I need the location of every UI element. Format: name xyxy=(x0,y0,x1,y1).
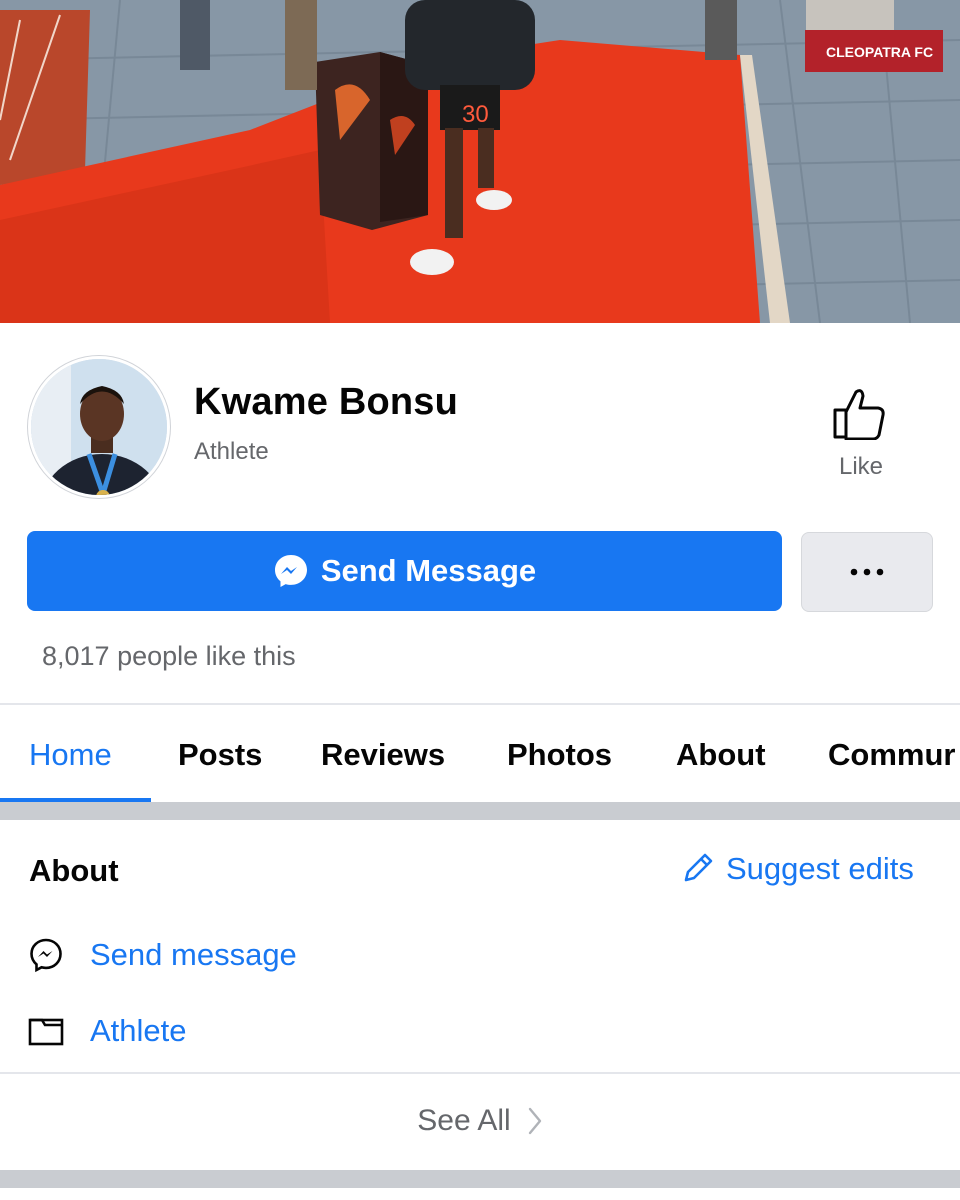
chevron-right-icon xyxy=(528,1107,541,1135)
more-dots-icon xyxy=(850,568,884,576)
tab-photos[interactable]: Photos xyxy=(507,737,612,773)
send-message-label: Send Message xyxy=(320,553,537,588)
suggest-edits-link[interactable]: Suggest edits xyxy=(680,851,914,887)
tab-posts[interactable]: Posts xyxy=(178,737,262,773)
tab-community[interactable]: Commur xyxy=(828,737,955,773)
about-category-label: Athlete xyxy=(90,1013,187,1048)
about-section-title: About xyxy=(29,853,119,888)
tab-about[interactable]: About xyxy=(676,737,766,773)
section-separator xyxy=(0,1170,960,1188)
more-options-button[interactable] xyxy=(801,532,933,612)
page-category: Athlete xyxy=(194,438,269,465)
see-all-button[interactable]: See All xyxy=(0,1104,960,1138)
like-label: Like xyxy=(838,453,884,480)
page-name: Kwame Bonsu xyxy=(194,381,459,423)
divider xyxy=(0,1072,960,1074)
tab-home[interactable]: Home xyxy=(29,737,112,773)
like-button[interactable]: Like xyxy=(826,386,896,490)
about-send-message-label: Send message xyxy=(90,937,297,972)
pencil-icon xyxy=(684,853,713,882)
send-message-button[interactable]: Send Message xyxy=(27,531,782,611)
see-all-label: See All xyxy=(417,1104,511,1137)
section-separator xyxy=(0,802,960,820)
category-icon xyxy=(28,1018,64,1046)
avatar[interactable] xyxy=(28,356,170,498)
cover-sign-text: CLEOPATRA FC xyxy=(826,44,933,60)
tab-reviews[interactable]: Reviews xyxy=(321,737,445,773)
cover-photo[interactable]: 30 CLEOPATRA FC xyxy=(0,0,960,323)
page-tabs: Home Posts Reviews Photos About Commur xyxy=(0,705,960,803)
messenger-icon xyxy=(274,555,307,587)
suggest-edits-label: Suggest edits xyxy=(726,851,914,886)
likes-count: 8,017 people like this xyxy=(42,641,296,671)
thumbs-up-icon xyxy=(833,389,885,441)
about-send-message-row[interactable]: Send message xyxy=(28,937,297,973)
messenger-icon xyxy=(30,938,62,973)
about-category-row[interactable]: Athlete xyxy=(28,1013,187,1049)
jersey-number: 30 xyxy=(462,101,489,128)
